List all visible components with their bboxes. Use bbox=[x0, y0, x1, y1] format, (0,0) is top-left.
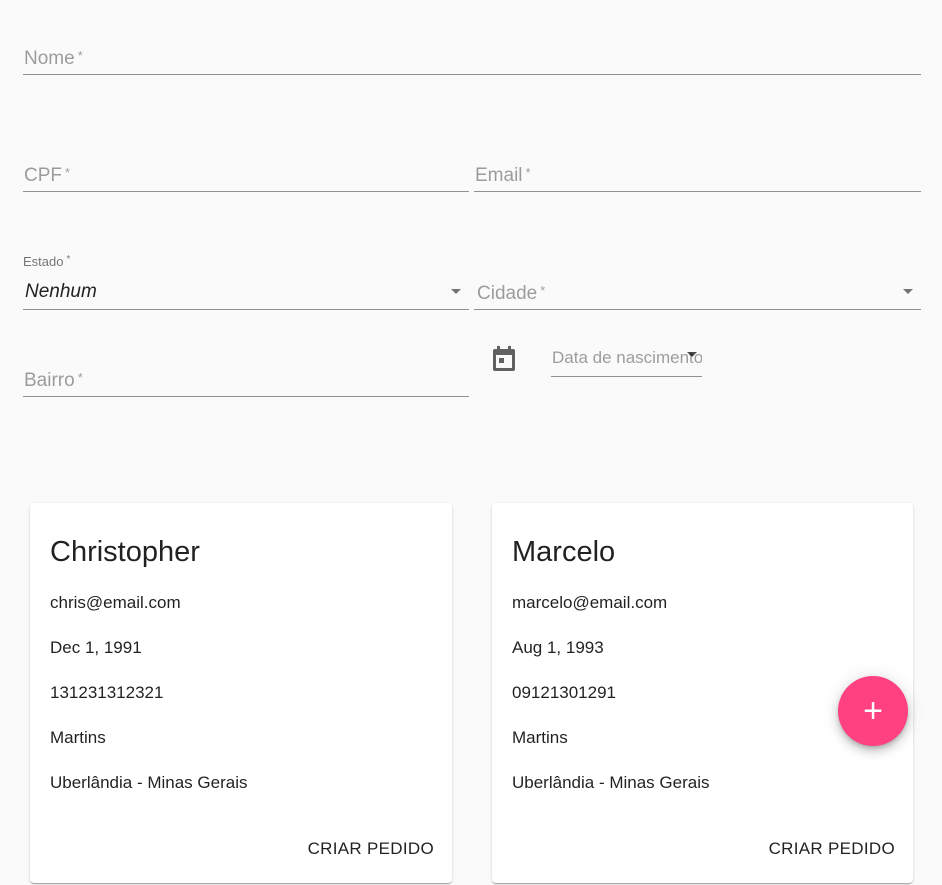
client-email: chris@email.com bbox=[50, 593, 181, 612]
client-birth-date: Aug 1, 1993 bbox=[512, 638, 604, 657]
client-name: Marcelo bbox=[512, 536, 616, 568]
client-name: Christopher bbox=[50, 536, 200, 568]
add-button[interactable]: + bbox=[838, 676, 908, 746]
client-card: Christopher chris@email.com Dec 1, 1991 … bbox=[30, 503, 452, 883]
cpf-field[interactable]: CPF * bbox=[23, 157, 469, 192]
chevron-down-icon bbox=[687, 352, 697, 357]
criar-pedido-button[interactable]: CRIAR PEDIDO bbox=[769, 839, 895, 859]
estado-value: Nenhum bbox=[25, 281, 97, 302]
cidade-label: Cidade * bbox=[477, 283, 546, 304]
bairro-label: Bairro * bbox=[24, 370, 83, 391]
client-location: Uberlândia - Minas Gerais bbox=[50, 773, 248, 792]
email-field[interactable]: Email * bbox=[474, 157, 921, 192]
client-birth-date: Dec 1, 1991 bbox=[50, 638, 142, 657]
client-bairro: Martins bbox=[50, 728, 106, 747]
nome-field[interactable]: Nome * bbox=[23, 40, 921, 75]
client-location: Uberlândia - Minas Gerais bbox=[512, 773, 710, 792]
estado-label: Estado * bbox=[23, 254, 71, 269]
client-bairro: Martins bbox=[512, 728, 568, 747]
criar-pedido-button[interactable]: CRIAR PEDIDO bbox=[308, 839, 434, 859]
email-label: Email * bbox=[475, 165, 531, 186]
nome-label: Nome * bbox=[24, 48, 83, 69]
bairro-field[interactable]: Bairro * bbox=[23, 361, 469, 397]
client-email: marcelo@email.com bbox=[512, 593, 668, 612]
chevron-down-icon bbox=[451, 289, 461, 294]
calendar-icon[interactable] bbox=[492, 346, 516, 372]
data-nascimento-field[interactable]: Data de nascimento bbox=[551, 340, 702, 377]
cidade-select[interactable]: Cidade * bbox=[474, 254, 921, 310]
client-cpf: 09121301291 bbox=[512, 683, 617, 702]
chevron-down-icon bbox=[903, 289, 913, 294]
add-icon: + bbox=[863, 692, 883, 730]
estado-select[interactable]: Estado * Nenhum bbox=[23, 254, 469, 310]
data-nascimento-placeholder: Data de nascimento bbox=[552, 348, 702, 367]
client-cpf: 131231312321 bbox=[50, 683, 164, 702]
cpf-label: CPF * bbox=[24, 165, 71, 186]
